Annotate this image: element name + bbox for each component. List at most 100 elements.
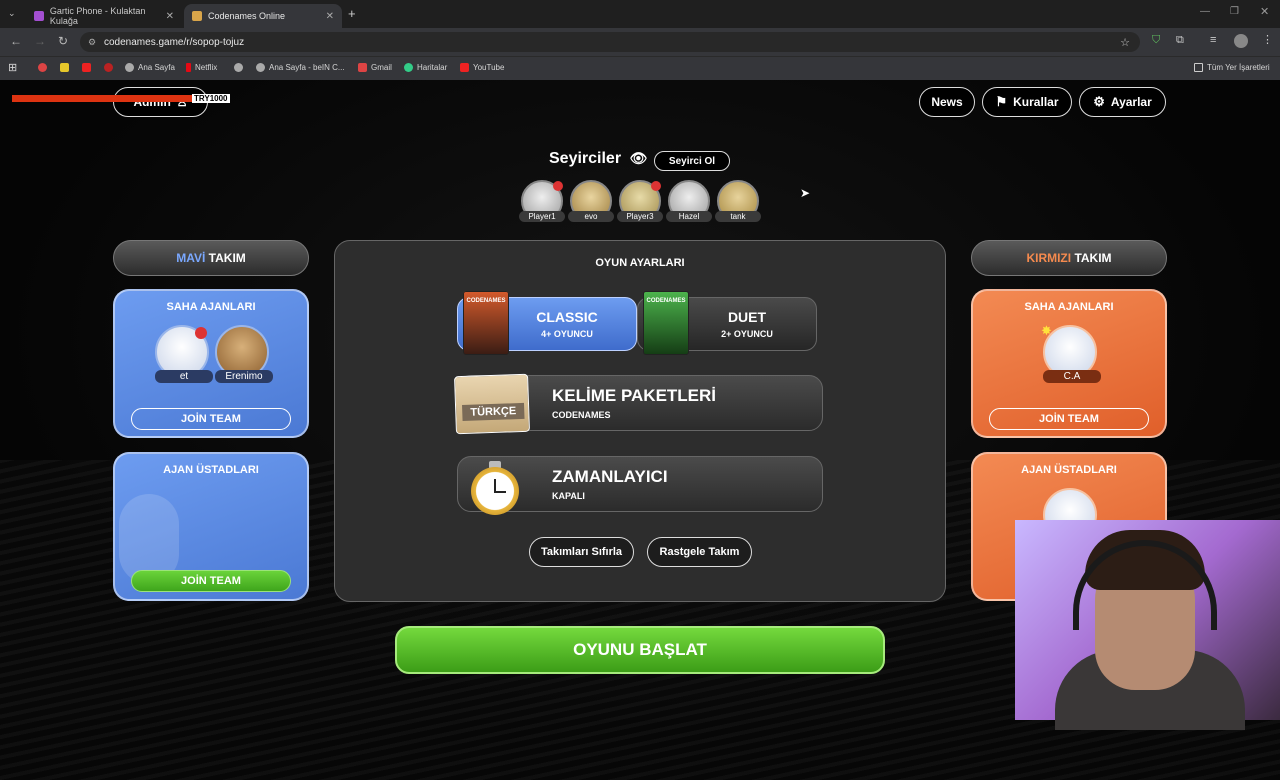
become-spectator-button[interactable]: Seyirci Ol [654,151,730,171]
close-tab-icon[interactable]: ✕ [166,11,174,22]
news-button[interactable]: News [919,87,975,117]
start-game-button[interactable]: OYUNU BAŞLAT [395,626,885,674]
player-name: et [155,370,213,383]
settings-button[interactable]: ⚙ Ayarlar [1079,87,1166,117]
bookmark-red-circle[interactable] [104,63,113,72]
settings-title: OYUN AYARLARI [595,257,685,269]
toolbar: ← → ↻ ⚙ codenames.game/r/sopop-tojuz ☆ ⛉… [0,28,1280,56]
stream-overlay-bar [12,95,192,102]
bookmark-gmail-m[interactable] [38,63,47,72]
forward-icon[interactable]: → [34,34,46,48]
youtube-icon [82,63,91,72]
spymasters-title: AJAN ÜSTADLARI [163,464,259,476]
gartic-favicon-icon [34,11,44,21]
team-word: TAKIM [208,251,246,265]
folder-icon [1194,63,1203,72]
gmail-icon [358,63,367,72]
bookmark-label: Tüm Yer İşaretleri [1207,63,1270,72]
profile-avatar[interactable] [1234,34,1248,48]
menu-icon[interactable]: ⋮ [1262,33,1273,46]
reload-icon[interactable]: ↻ [58,34,68,48]
bookmark-gmail[interactable]: Gmail [358,63,392,72]
mode-players: 2+ OYUNCU [721,329,773,339]
browser-chrome: ⌄ Gartic Phone - Kulaktan Kulağa ✕ Coden… [0,0,1280,80]
reset-teams-button[interactable]: Takımları Sıfırla [529,537,634,567]
player-avatar[interactable]: et [155,325,213,383]
word-pack-card-icon: TÜRKÇE [454,373,530,435]
reading-list-icon[interactable]: ≡ [1210,34,1216,46]
globe-icon [125,63,134,72]
become-spectator-label: Seyirci Ol [668,155,716,167]
spectator-avatar[interactable]: Player3 [617,180,663,222]
spectator-avatar[interactable]: Player1 [519,180,565,222]
maps-pin-icon [404,63,413,72]
bookmark-label: Ana Sayfa - beIN C... [269,63,345,72]
url-text: codenames.game/r/sopop-tojuz [104,36,245,48]
bookmark-netflix[interactable]: Netflix [186,63,217,72]
rules-button[interactable]: ⚑ Kurallar [982,87,1072,117]
news-label: News [931,95,963,109]
site-info-icon[interactable]: ⚙ [88,37,96,48]
shield-extension-icon[interactable]: ⛉ [1152,34,1160,47]
join-blue-spymasters-button[interactable]: JOİN TEAM [131,570,291,592]
player-name: Erenimo [215,370,273,383]
extensions-icon[interactable]: ⧉ [1176,34,1184,47]
back-icon[interactable]: ← [10,34,22,48]
word-packs-value: CODENAMES [552,410,611,420]
bookmark-youtube-icon-only[interactable] [82,63,91,72]
player-name: C.A [1043,370,1101,383]
bookmark-haritalar[interactable]: Haritalar [404,63,447,72]
tab-codenames[interactable]: Codenames Online ✕ [184,4,342,28]
team-word: TAKIM [1074,251,1112,265]
bookmark-star-icon[interactable]: ☆ [1120,36,1130,49]
status-badge [195,327,207,339]
start-game-label: OYUNU BAŞLAT [573,640,707,659]
stream-overlay-text: TRY1000 [192,94,230,103]
red-team-header: KIRMIZI TAKIM [971,240,1167,276]
spectator-avatar[interactable]: evo [568,180,614,222]
address-bar[interactable]: ⚙ codenames.game/r/sopop-tojuz ☆ [80,32,1140,52]
tab-title: Gartic Phone - Kulaktan Kulağa [49,6,146,26]
timer-title: ZAMANLAYICI [552,467,668,486]
random-teams-button[interactable]: Rastgele Takım [647,537,752,567]
rules-label: Kurallar [1013,95,1059,109]
spectator-avatar[interactable]: tank [715,180,761,222]
player-avatar[interactable]: ✸ C.A [1041,323,1101,383]
mode-name: DUET [727,309,767,325]
bookmark-youtube[interactable]: YouTube [460,63,504,72]
bookmark-yellow[interactable] [60,63,69,72]
restore-icon[interactable]: ❐ [1230,6,1239,17]
player-avatar[interactable]: Erenimo [215,325,273,383]
bookmark-bein[interactable]: Ana Sayfa - beIN C... [256,63,345,72]
apps-grid-icon[interactable]: ⊞ [8,61,17,74]
spectator-name: Hazel [666,211,712,222]
netflix-icon [186,63,191,72]
bookmark-all[interactable]: Tüm Yer İşaretleri [1194,63,1270,72]
bookmark-label: Ana Sayfa [138,63,175,72]
minimize-icon[interactable]: — [1200,6,1210,17]
tab-list-chevron-icon[interactable]: ⌄ [8,8,16,19]
duet-box-image: CODENAMES [643,291,689,355]
bookmark-label: Haritalar [417,63,448,72]
blue-operatives-card: SAHA AJANLARI et Erenimo JOİN TEAM [113,289,309,438]
bookmark-label: YouTube [473,63,505,72]
tab-gartic[interactable]: Gartic Phone - Kulaktan Kulağa ✕ [26,4,182,28]
gmail-icon [38,63,47,72]
close-tab-icon[interactable]: ✕ [326,11,334,22]
spectator-name: evo [568,211,614,222]
join-red-operatives-button[interactable]: JOİN TEAM [989,408,1149,430]
bookmark-globe[interactable] [234,63,243,72]
new-tab-icon[interactable]: + [348,6,356,21]
settings-label: Ayarlar [1110,95,1152,109]
close-window-icon[interactable]: ✕ [1260,5,1269,18]
status-badge [553,181,563,191]
join-blue-operatives-button[interactable]: JOİN TEAM [131,408,291,430]
reset-teams-label: Takımları Sıfırla [540,546,623,558]
stopwatch-icon [471,461,519,515]
blue-spymasters-card: AJAN ÜSTADLARI JOİN TEAM [113,452,309,601]
bookmark-ana-sayfa[interactable]: Ana Sayfa [125,63,175,72]
classic-box-front: CODENAMES [463,291,509,355]
spectator-avatar[interactable]: Hazel [666,180,712,222]
box-label: CODENAMES [646,298,686,304]
blue-team-header: MAVİ TAKIM [113,240,309,276]
